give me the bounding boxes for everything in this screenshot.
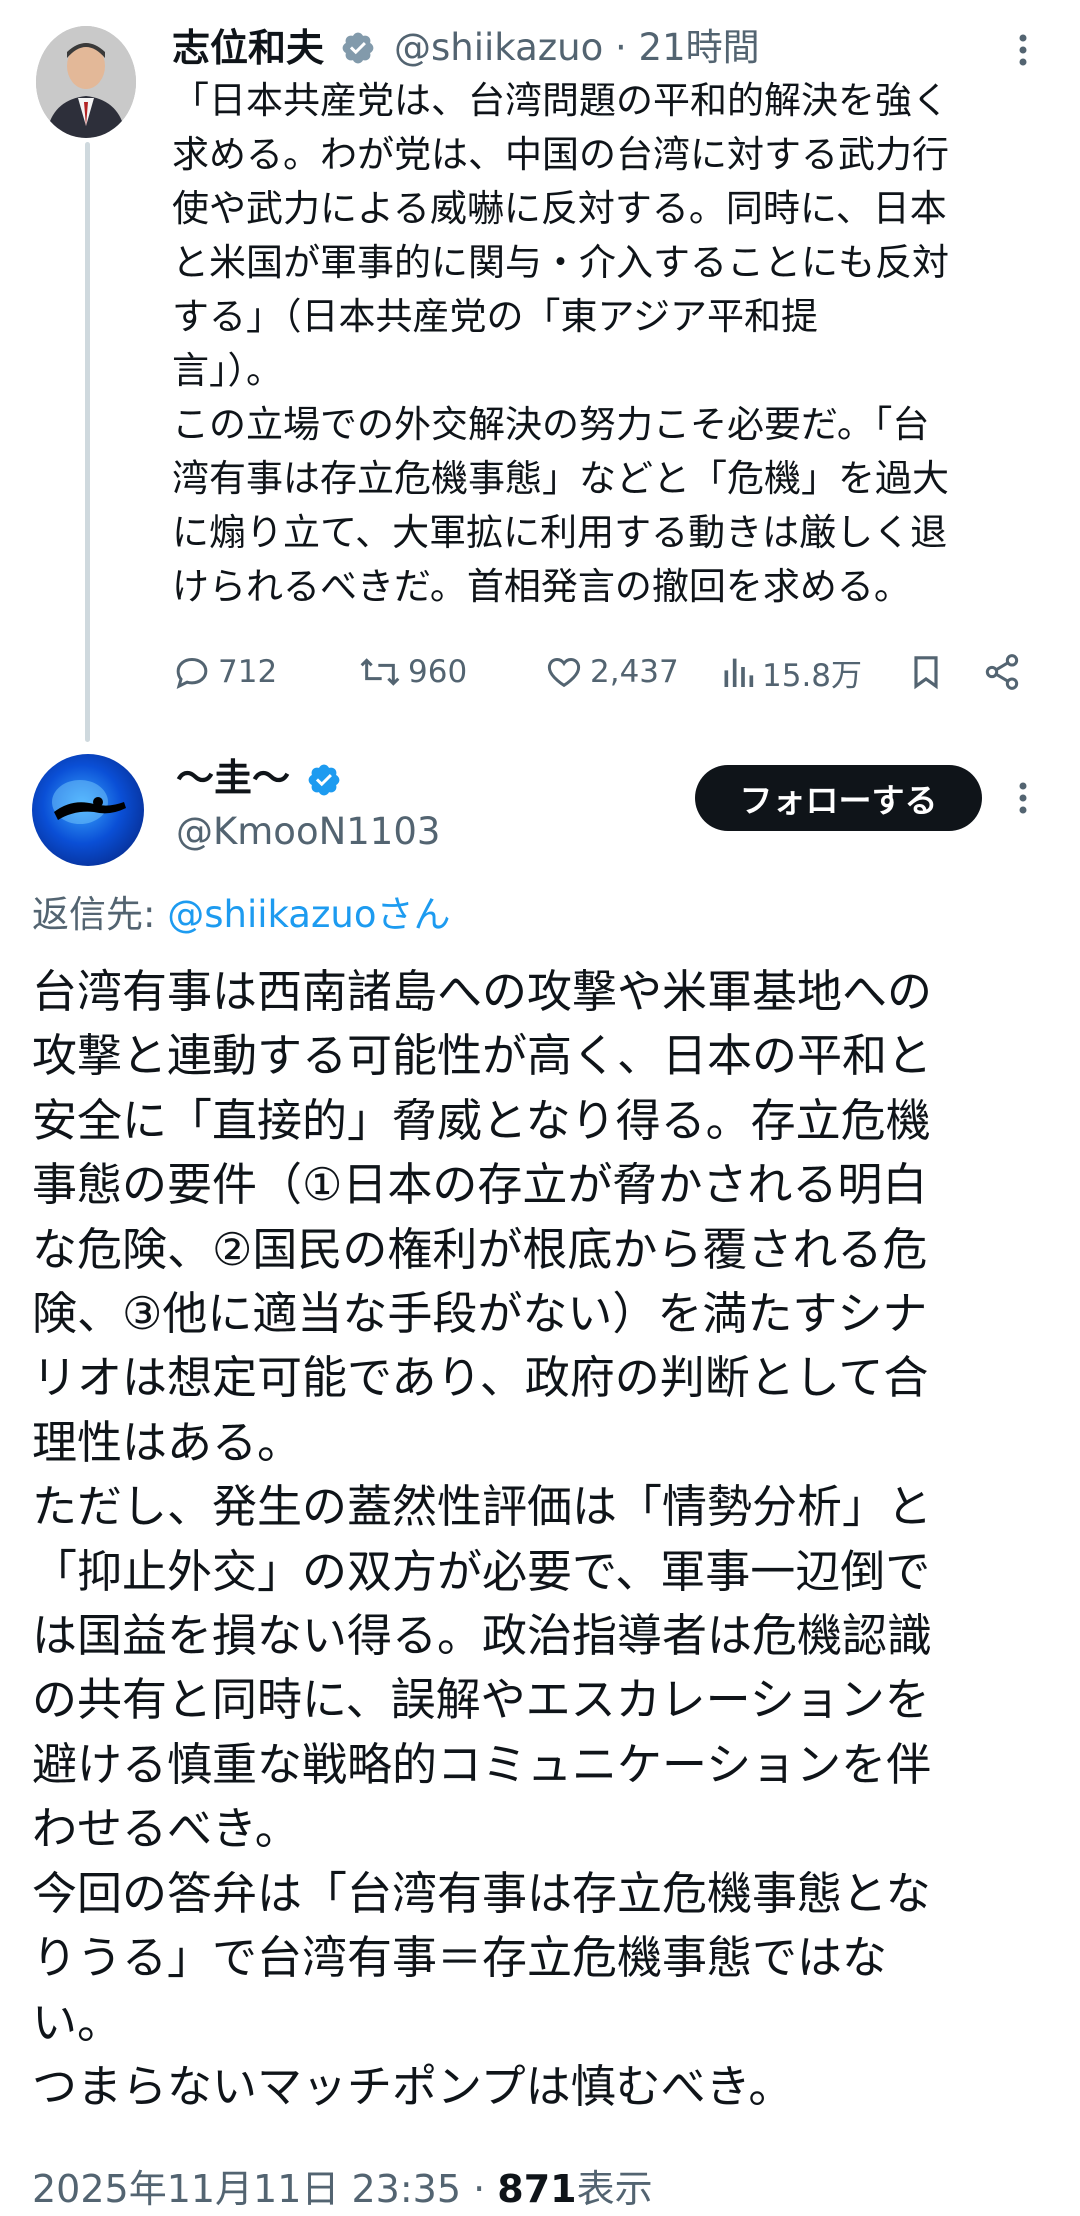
author-name[interactable]: 志位和夫 xyxy=(172,22,324,74)
repost-icon xyxy=(360,658,400,686)
reply-button[interactable]: 712 xyxy=(172,644,277,700)
avatar[interactable] xyxy=(32,754,144,866)
more-icon[interactable] xyxy=(1003,30,1043,70)
reply-icon xyxy=(176,657,208,689)
separator: · xyxy=(473,2167,486,2211)
more-icon[interactable] xyxy=(1003,778,1043,818)
like-icon xyxy=(547,657,581,688)
view-label: 表示 xyxy=(576,2167,653,2211)
author-handle[interactable]: @KmooN1103 xyxy=(176,806,440,858)
post-timestamp[interactable]: 2025年11月11日 23:35 xyxy=(32,2167,461,2211)
replying-to-link[interactable]: @shiikazuoさん xyxy=(167,893,450,936)
post-meta: 2025年11月11日 23:35 · 871表示 xyxy=(32,2162,653,2216)
person-photo xyxy=(36,26,136,138)
verified-gray-icon xyxy=(342,32,374,64)
views-icon xyxy=(724,658,754,687)
post-time[interactable]: 21時間 xyxy=(639,26,760,69)
reply-count: 712 xyxy=(218,654,278,690)
like-count: 2,437 xyxy=(590,654,679,690)
verified-blue-icon xyxy=(308,764,340,796)
repost-button[interactable]: 960 xyxy=(358,644,467,700)
share-icon[interactable] xyxy=(982,652,1022,692)
avatar[interactable] xyxy=(36,26,136,138)
replying-to: 返信先: @shiikazuoさん xyxy=(32,888,450,942)
thread-line xyxy=(85,142,90,742)
author-name[interactable]: 〜圭〜 xyxy=(176,756,290,800)
view-count: 871 xyxy=(497,2167,577,2211)
diver-photo xyxy=(52,780,126,824)
reply-text: 台湾有事は西南諸島への攻撃や米軍基地への 攻撃と連動する可能性が高く、日本の平和… xyxy=(32,965,933,2113)
like-button[interactable]: 2,437 xyxy=(544,644,679,700)
replying-to-label: 返信先: xyxy=(32,893,168,936)
action-bar: 712 960 2,437 15.8万 xyxy=(172,644,1032,700)
follow-button[interactable]: フォローする xyxy=(695,765,982,831)
repost-count: 960 xyxy=(408,654,468,690)
author-handle[interactable]: @shiikazuo xyxy=(394,26,603,69)
author-handle-and-time: @shiikazuo · 21時間 xyxy=(394,22,760,74)
separator: · xyxy=(615,26,627,69)
view-count: 15.8万 xyxy=(762,657,863,694)
bookmark-icon[interactable] xyxy=(906,652,946,692)
author-name-line: 〜圭〜 xyxy=(176,752,290,804)
views-button[interactable]: 15.8万 xyxy=(720,644,862,700)
post-text: 「日本共産党は、台湾問題の平和的解決を強く 求める。わが党は、中国の台湾に対する… xyxy=(172,79,949,608)
